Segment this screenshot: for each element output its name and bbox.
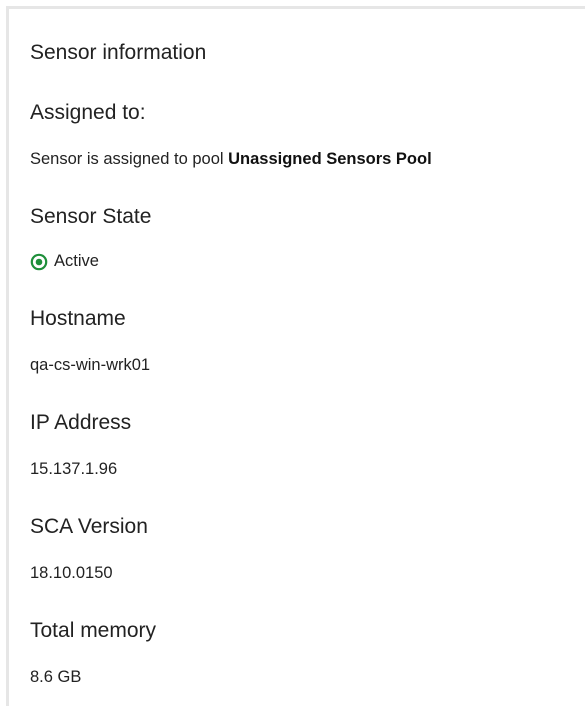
assigned-pool-prefix: Sensor is assigned to pool <box>30 150 229 168</box>
ip-address-label: IP Address <box>30 411 132 434</box>
assigned-pool-text: Sensor is assigned to pool Unassigned Se… <box>30 150 432 169</box>
total-memory-value: 8.6 GB <box>30 668 82 686</box>
assigned-to-label: Assigned to: <box>30 101 146 124</box>
section-title: Sensor information <box>30 41 207 64</box>
hostname-label: Hostname <box>30 307 126 330</box>
sensor-state-label: Sensor State <box>30 205 152 228</box>
sensor-state-text: Active <box>54 252 99 270</box>
assigned-pool-name: Unassigned Sensors Pool <box>228 150 432 168</box>
active-status-icon <box>30 253 48 271</box>
sensor-information-panel: Sensor information Assigned to: Sensor i… <box>6 6 585 706</box>
sca-version-value: 18.10.0150 <box>30 564 113 582</box>
ip-address-value: 15.137.1.96 <box>30 460 118 478</box>
sca-version-label: SCA Version <box>30 515 148 538</box>
hostname-value: qa-cs-win-wrk01 <box>30 356 151 374</box>
sensor-state-value: Active <box>30 252 99 271</box>
total-memory-label: Total memory <box>30 619 157 642</box>
